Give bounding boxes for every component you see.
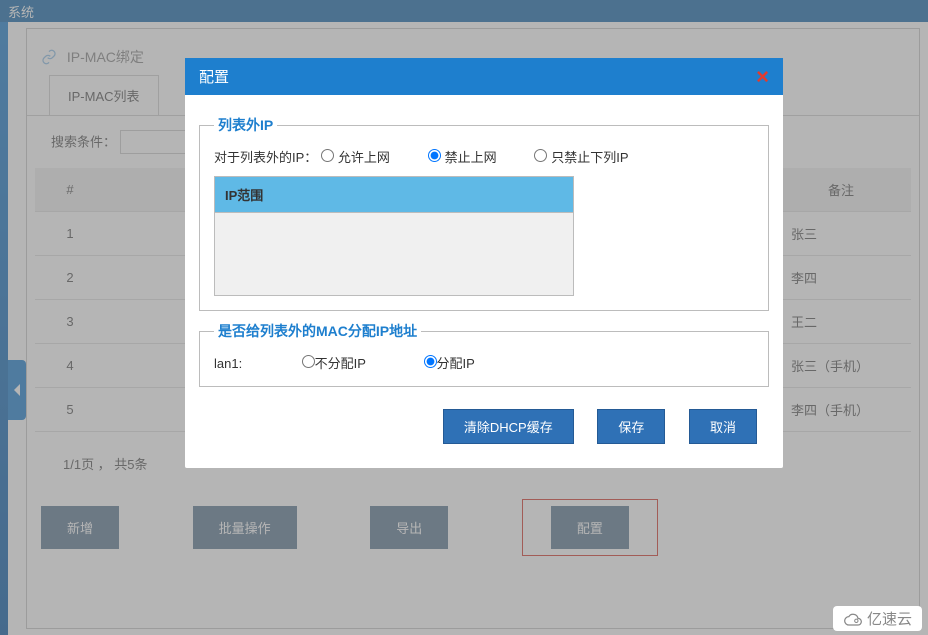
fieldset-mac-alloc: 是否给列表外的MAC分配IP地址 lan1: 不分配IP 分配IP — [199, 321, 769, 387]
radio-deny[interactable] — [428, 149, 441, 162]
dialog-header: 配置 × — [185, 58, 783, 95]
fieldset-external-ip: 列表外IP 对于列表外的IP： 允许上网 禁止上网 只禁止下列IP IP范围 — [199, 115, 769, 311]
external-ip-options: 对于列表外的IP： 允许上网 禁止上网 只禁止下列IP — [214, 147, 754, 166]
legend-mac-alloc: 是否给列表外的MAC分配IP地址 — [214, 321, 421, 341]
ip-range-box[interactable] — [214, 212, 574, 296]
radio-alloc[interactable] — [424, 355, 437, 368]
dialog-buttons: 清除DHCP缓存 保存 取消 — [199, 391, 769, 448]
radio-noalloc[interactable] — [302, 355, 315, 368]
radio-onlydeny[interactable] — [534, 149, 547, 162]
lan-label: lan1: — [214, 356, 274, 371]
opt-onlydeny[interactable]: 只禁止下列IP — [534, 150, 628, 165]
opt-allow[interactable]: 允许上网 — [321, 150, 390, 165]
modal-overlay: 配置 × 列表外IP 对于列表外的IP： 允许上网 禁止上网 只禁止下列IP I… — [0, 0, 928, 635]
config-dialog: 配置 × 列表外IP 对于列表外的IP： 允许上网 禁止上网 只禁止下列IP I… — [185, 58, 783, 468]
clear-dhcp-button[interactable]: 清除DHCP缓存 — [443, 409, 574, 444]
dialog-title: 配置 — [199, 69, 229, 86]
legend-external-ip: 列表外IP — [214, 115, 277, 135]
external-ip-prompt: 对于列表外的IP： — [214, 150, 317, 165]
opt-noalloc[interactable]: 不分配IP — [302, 356, 366, 371]
save-button[interactable]: 保存 — [597, 409, 665, 444]
cloud-icon — [843, 612, 863, 628]
watermark: 亿速云 — [833, 606, 922, 631]
ip-range-header: IP范围 — [214, 176, 574, 212]
opt-deny[interactable]: 禁止上网 — [428, 150, 497, 165]
dialog-body: 列表外IP 对于列表外的IP： 允许上网 禁止上网 只禁止下列IP IP范围 是… — [185, 95, 783, 468]
lan-row: lan1: 不分配IP 分配IP — [214, 353, 754, 372]
watermark-text: 亿速云 — [867, 611, 912, 628]
radio-allow[interactable] — [321, 149, 334, 162]
opt-alloc[interactable]: 分配IP — [424, 356, 475, 371]
close-icon[interactable]: × — [756, 64, 769, 90]
cancel-button[interactable]: 取消 — [689, 409, 757, 444]
